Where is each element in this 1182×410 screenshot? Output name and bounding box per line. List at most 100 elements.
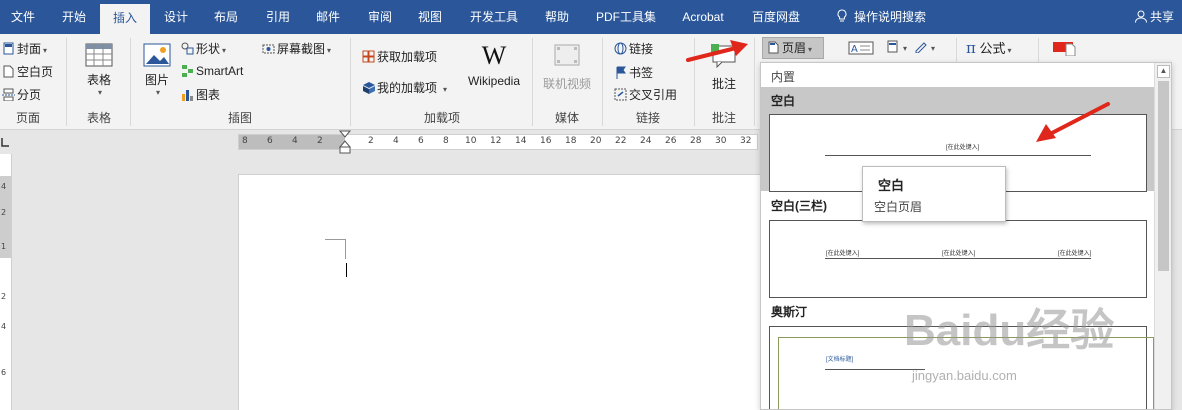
chevron-down-icon: ▾ [931, 44, 936, 53]
ruler-tick: 4 [1, 322, 7, 331]
ruler-tick: 4 [292, 136, 298, 146]
ruler-tick: 22 [615, 136, 627, 146]
text-cursor [346, 263, 347, 277]
gallery-scrollbar[interactable]: ▲ [1154, 63, 1171, 409]
pictures-label: 图片 [144, 73, 169, 87]
tab-review[interactable]: 审阅 [356, 0, 404, 34]
tab-help[interactable]: 帮助 [534, 0, 580, 34]
chevron-down-icon: ▾ [155, 88, 160, 97]
margin-corner-mark [325, 239, 345, 240]
gallery-item-austin-title: 奥斯汀 [771, 305, 808, 319]
chevron-down-icon: ▾ [43, 46, 48, 55]
screenshot-button[interactable]: 屏幕截图 ▾ [262, 40, 331, 57]
annotation-arrow-icon [1036, 102, 1110, 142]
link-icon [614, 42, 627, 55]
annotation-arrow-icon [686, 40, 748, 62]
tab-insert[interactable]: 插入 [100, 4, 150, 34]
ruler-tick: 2 [317, 136, 323, 146]
ruler-tick: 4 [1, 182, 7, 191]
tab-acrobat[interactable]: Acrobat [672, 0, 734, 34]
ruler-tick: 6 [418, 136, 424, 146]
tab-mailings[interactable]: 邮件 [304, 0, 352, 34]
chevron-down-icon: ▾ [97, 88, 102, 97]
equation-button[interactable]: π 公式 ▾ [966, 38, 1012, 57]
store-icon [362, 50, 375, 63]
ruler-tick: 30 [715, 136, 727, 146]
gallery-section-builtin: 内置 [771, 70, 796, 84]
cover-page-icon [3, 42, 14, 55]
scrollbar-thumb[interactable] [1158, 81, 1169, 271]
picture-icon [143, 43, 171, 67]
ruler-tick: 6 [1, 368, 7, 377]
tab-developer[interactable]: 开发工具 [462, 0, 526, 34]
page-break-icon [2, 88, 15, 101]
chevron-down-icon: ▾ [903, 44, 908, 53]
ruler-tick: 16 [540, 136, 552, 146]
chevron-down-icon: ▾ [1007, 46, 1012, 55]
divider [130, 38, 131, 126]
document-page[interactable] [238, 174, 768, 410]
comment-label: 批注 [711, 77, 736, 91]
get-addins-button[interactable]: 获取加载项 [362, 48, 437, 65]
embed-flash-button[interactable] [1052, 40, 1076, 59]
group-label-links: 链接 [635, 111, 660, 125]
smartart-label: SmartArt [196, 64, 244, 78]
tell-me-search[interactable]: 操作说明搜索 [826, 0, 936, 34]
tab-view[interactable]: 视图 [406, 0, 454, 34]
page-break-button[interactable]: 分页 [2, 86, 41, 103]
margin-corner-mark [345, 239, 346, 259]
smartart-button[interactable]: SmartArt [181, 64, 243, 78]
chevron-down-icon: ▾ [808, 45, 813, 54]
cover-page-button[interactable]: 封面 ▾ [2, 40, 47, 57]
wikipedia-button[interactable]: W Wikipedia [464, 41, 524, 89]
bookmark-button[interactable]: 书签 [614, 64, 653, 81]
table-button[interactable]: 表格 ▾ [80, 42, 118, 97]
quick-parts-button[interactable]: ▾ [886, 40, 907, 54]
header-button[interactable]: 页眉 ▾ [762, 37, 824, 59]
blank-page-button[interactable]: 空白页 [2, 63, 53, 80]
wikipedia-icon: W [481, 41, 507, 70]
online-video-label: 联机视频 [542, 77, 591, 91]
bookmark-label: 书签 [629, 66, 654, 80]
group-label-addins: 加载项 [423, 111, 460, 125]
indent-marker-icon[interactable] [339, 130, 351, 154]
ruler-tick: 26 [665, 136, 677, 146]
shapes-button[interactable]: 形状 ▾ [181, 40, 226, 57]
shapes-label: 形状 [196, 42, 221, 56]
tab-home[interactable]: 开始 [50, 0, 98, 34]
vertical-ruler[interactable]: 4 2 1 2 4 6 [0, 154, 12, 410]
ruler-tick: 18 [565, 136, 577, 146]
textbox-button[interactable]: A [848, 40, 874, 59]
scroll-up-icon[interactable]: ▲ [1157, 65, 1170, 78]
online-video-button[interactable]: 联机视频 [540, 42, 594, 92]
header-label: 页眉 [782, 41, 807, 55]
tab-pdf-tools[interactable]: PDF工具集 [588, 0, 664, 34]
ruler-tick: 6 [267, 136, 273, 146]
link-button[interactable]: 链接 [614, 40, 653, 57]
chart-button[interactable]: 图表 [181, 86, 220, 103]
tab-file[interactable]: 文件 [0, 0, 46, 34]
ruler-tick: 32 [740, 136, 752, 146]
my-addins-button[interactable]: 我的加载项 ▾ [362, 79, 447, 96]
tab-baidu-netdisk[interactable]: 百度网盘 [742, 0, 810, 34]
watermark-url: jingyan.baidu.com [912, 368, 1017, 383]
ruler-tick: 1 [1, 242, 7, 251]
svg-text:A: A [851, 44, 858, 55]
ruler-tick: 10 [465, 136, 477, 146]
chart-label: 图表 [196, 88, 221, 102]
tab-references[interactable]: 引用 [254, 0, 302, 34]
share-button[interactable]: 共享 [1134, 0, 1174, 34]
my-addins-label: 我的加载项 [377, 81, 438, 95]
blank-page-icon [3, 65, 14, 78]
signature-line-button[interactable]: ▾ [914, 40, 935, 54]
my-addins-icon [363, 82, 375, 94]
watermark-brand: Baidu经验 [904, 306, 1115, 355]
pictures-button[interactable]: 图片 ▾ [140, 42, 174, 97]
tab-design[interactable]: 设计 [152, 0, 200, 34]
cross-reference-button[interactable]: 交叉引用 [614, 86, 677, 103]
ruler-tick: 8 [443, 136, 449, 146]
tab-selector-icon[interactable] [0, 137, 10, 147]
horizontal-ruler[interactable]: 8 6 4 2 2 4 6 8 10 12 14 16 18 20 22 24 … [238, 134, 758, 150]
tab-layout[interactable]: 布局 [202, 0, 250, 34]
ruler-tick: 20 [590, 136, 602, 146]
